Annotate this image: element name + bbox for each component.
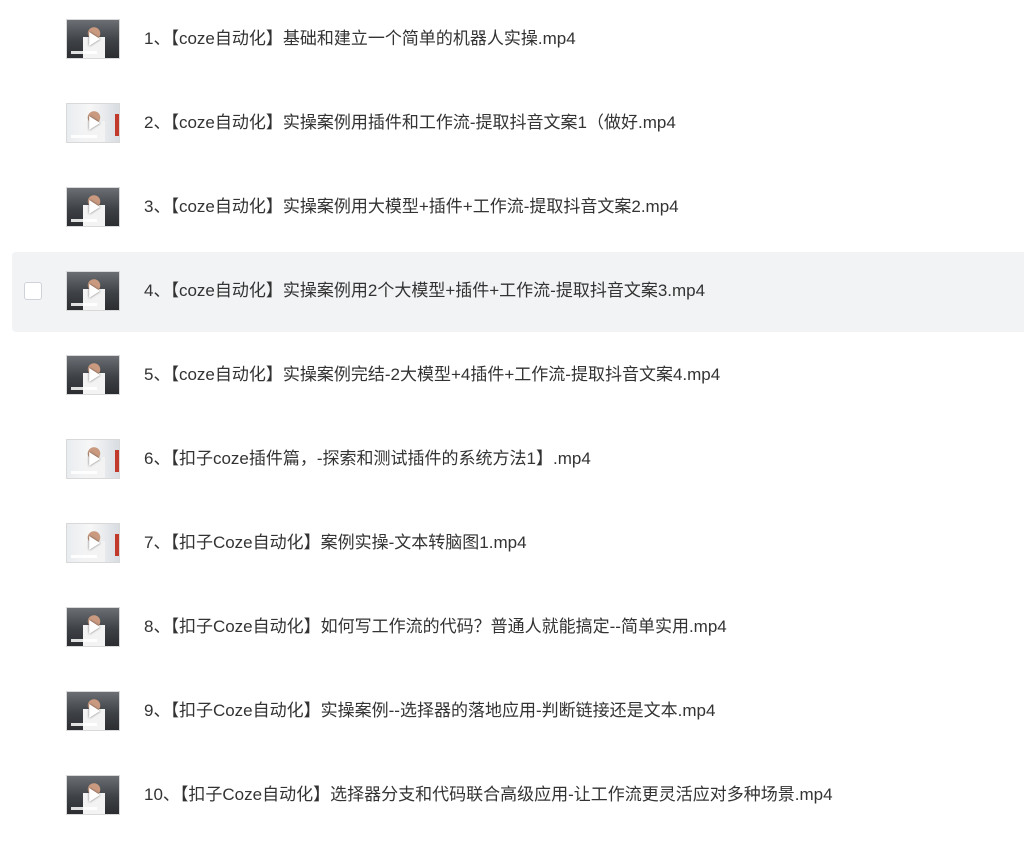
video-thumbnail-icon[interactable] [66,691,120,731]
play-icon [89,116,101,130]
play-icon [89,704,101,718]
video-thumbnail-icon[interactable] [66,271,120,311]
file-row[interactable]: 6、【扣子coze插件篇，-探索和测试插件的系统方法1】.mp4 [12,420,1024,500]
file-name[interactable]: 6、【扣子coze插件篇，-探索和测试插件的系统方法1】.mp4 [144,448,591,470]
video-thumbnail-icon[interactable] [66,103,120,143]
checkbox-icon[interactable] [24,282,42,300]
file-row[interactable]: 3、【coze自动化】实操案例用大模型+插件+工作流-提取抖音文案2.mp4 [12,168,1024,248]
video-thumbnail-icon[interactable] [66,187,120,227]
play-icon [89,32,101,46]
file-name[interactable]: 5、【coze自动化】实操案例完结-2大模型+4插件+工作流-提取抖音文案4.m… [144,364,720,386]
file-row[interactable]: 9、【扣子Coze自动化】实操案例--选择器的落地应用-判断链接还是文本.mp4 [12,672,1024,752]
file-name[interactable]: 7、【扣子Coze自动化】案例实操-文本转脑图1.mp4 [144,532,527,554]
file-name[interactable]: 10、【扣子Coze自动化】选择器分支和代码联合高级应用-让工作流更灵活应对多种… [144,784,833,806]
file-list: 1、【coze自动化】基础和建立一个简单的机器人实操.mp4 2、【coze自动… [0,0,1024,841]
video-thumbnail-icon[interactable] [66,523,120,563]
video-thumbnail-icon[interactable] [66,439,120,479]
file-name[interactable]: 9、【扣子Coze自动化】实操案例--选择器的落地应用-判断链接还是文本.mp4 [144,700,715,722]
play-icon [89,284,101,298]
file-row[interactable]: 10、【扣子Coze自动化】选择器分支和代码联合高级应用-让工作流更灵活应对多种… [12,756,1024,836]
file-row[interactable]: 8、【扣子Coze自动化】如何写工作流的代码？普通人就能搞定--简单实用.mp4 [12,588,1024,668]
file-row[interactable]: 1、【coze自动化】基础和建立一个简单的机器人实操.mp4 [12,0,1024,80]
play-icon [89,452,101,466]
file-row[interactable]: 4、【coze自动化】实操案例用2个大模型+插件+工作流-提取抖音文案3.mp4 [12,252,1024,332]
file-name[interactable]: 1、【coze自动化】基础和建立一个简单的机器人实操.mp4 [144,28,576,50]
play-icon [89,620,101,634]
video-thumbnail-icon[interactable] [66,775,120,815]
file-row[interactable]: 7、【扣子Coze自动化】案例实操-文本转脑图1.mp4 [12,504,1024,584]
file-name[interactable]: 2、【coze自动化】实操案例用插件和工作流-提取抖音文案1（做好.mp4 [144,112,676,134]
file-row[interactable]: 5、【coze自动化】实操案例完结-2大模型+4插件+工作流-提取抖音文案4.m… [12,336,1024,416]
play-icon [89,368,101,382]
file-name[interactable]: 4、【coze自动化】实操案例用2个大模型+插件+工作流-提取抖音文案3.mp4 [144,280,705,302]
play-icon [89,200,101,214]
file-row[interactable]: 2、【coze自动化】实操案例用插件和工作流-提取抖音文案1（做好.mp4 [12,84,1024,164]
video-thumbnail-icon[interactable] [66,607,120,647]
video-thumbnail-icon[interactable] [66,355,120,395]
file-name[interactable]: 8、【扣子Coze自动化】如何写工作流的代码？普通人就能搞定--简单实用.mp4 [144,616,727,638]
play-icon [89,788,101,802]
video-thumbnail-icon[interactable] [66,19,120,59]
play-icon [89,536,101,550]
file-name[interactable]: 3、【coze自动化】实操案例用大模型+插件+工作流-提取抖音文案2.mp4 [144,196,679,218]
